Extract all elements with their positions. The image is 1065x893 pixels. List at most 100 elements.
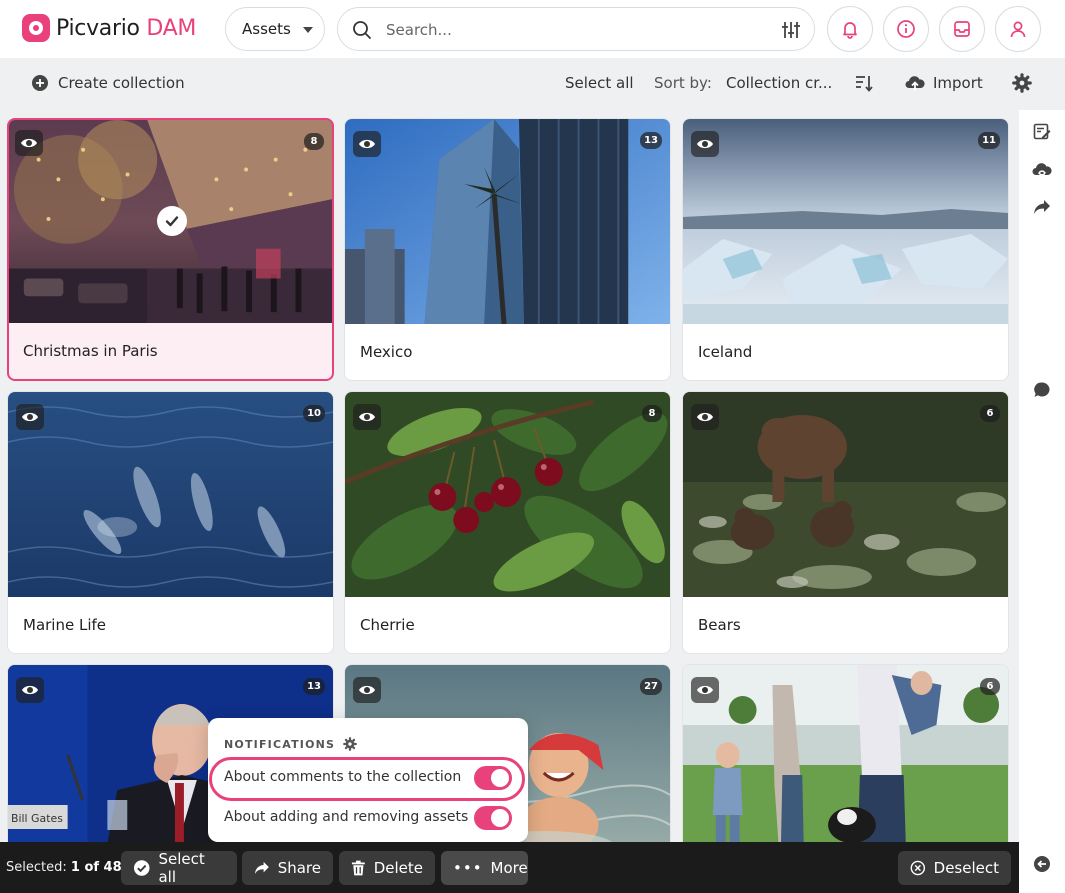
comments-toggle[interactable]	[474, 766, 512, 790]
collection-card[interactable]: 13 Mexico	[344, 118, 671, 381]
collection-title: Christmas in Paris	[23, 342, 158, 360]
create-collection-button[interactable]: Create collection	[31, 74, 185, 92]
share-button[interactable]: Share	[242, 851, 333, 885]
eye-icon	[359, 412, 375, 422]
collection-thumbnail	[8, 392, 333, 597]
notification-option-label: About comments to the collection	[224, 769, 462, 785]
info-button[interactable]	[883, 6, 929, 52]
gear-icon[interactable]	[343, 737, 358, 751]
eye-icon	[697, 412, 713, 422]
collection-thumbnail	[683, 119, 1008, 324]
filter-sliders-icon[interactable]	[780, 19, 802, 41]
notification-option-assets: About adding and removing assets	[208, 798, 528, 838]
search-input[interactable]	[386, 18, 766, 42]
trash-icon	[351, 860, 365, 876]
eye-icon	[697, 685, 713, 695]
scope-select[interactable]: Assets	[225, 7, 325, 51]
profile-button[interactable]	[995, 6, 1041, 52]
scope-select-value: Assets	[242, 20, 291, 38]
visibility-badge[interactable]	[353, 677, 381, 703]
inbox-icon	[954, 21, 970, 37]
collection-thumbnail	[683, 392, 1008, 597]
edit-notes-button[interactable]	[1032, 122, 1052, 142]
inbox-button[interactable]	[939, 6, 985, 52]
notifications-popup: NOTIFICATIONS About comments to the coll…	[208, 718, 528, 842]
eye-icon	[697, 139, 713, 149]
comments-button[interactable]	[1032, 380, 1052, 400]
asset-count-badge: 11	[978, 132, 1000, 149]
select-all-link[interactable]: Select all	[565, 74, 634, 92]
collection-title: Bears	[698, 616, 741, 634]
share-label: Share	[277, 859, 321, 877]
collection-card[interactable]: 11 Iceland	[682, 118, 1009, 381]
collection-thumbnail	[683, 665, 1008, 843]
notification-option-comments: About comments to the collection	[208, 758, 528, 798]
import-label: Import	[933, 74, 983, 92]
collection-title: Iceland	[698, 343, 753, 361]
search-icon	[353, 21, 371, 39]
selection-count: 1 of 48	[70, 860, 122, 875]
visibility-badge[interactable]	[16, 677, 44, 703]
asset-count-badge: 10	[303, 405, 325, 422]
top-bar: Picvario DAM Assets	[0, 0, 1065, 58]
visibility-badge[interactable]	[353, 404, 381, 430]
collection-title: Marine Life	[23, 616, 107, 634]
visibility-badge[interactable]	[691, 404, 719, 430]
collection-card[interactable]: 10 Marine Life	[7, 391, 334, 654]
user-icon	[1010, 21, 1026, 38]
collection-card[interactable]: 8 Christmas in Paris	[7, 118, 334, 381]
visibility-badge[interactable]	[353, 131, 381, 157]
logo-main-text: Picvario	[56, 15, 140, 41]
visibility-badge[interactable]	[691, 677, 719, 703]
eye-icon	[359, 139, 375, 149]
notifications-button[interactable]	[827, 6, 873, 52]
import-button[interactable]: Import	[905, 74, 983, 92]
more-dots-icon: •••	[453, 859, 483, 877]
close-circle-icon	[910, 860, 926, 876]
info-icon	[897, 20, 915, 38]
select-all-button[interactable]: Select all	[121, 850, 237, 886]
selection-status-label: Selected:	[6, 860, 67, 875]
asset-count-badge: 13	[303, 678, 325, 695]
collection-card[interactable]: 8 Cherrie	[344, 391, 671, 654]
selected-check-icon[interactable]	[157, 206, 187, 236]
sort-direction-button[interactable]	[854, 73, 874, 93]
asset-count-badge: 6	[980, 405, 1000, 422]
visibility-badge[interactable]	[691, 131, 719, 157]
notifications-title: NOTIFICATIONS	[224, 737, 336, 751]
delete-button[interactable]: Delete	[339, 851, 435, 885]
collections-toolbar: Create collection Select all Sort by: Co…	[0, 58, 1065, 110]
share-side-button[interactable]	[1032, 197, 1052, 217]
app-logo[interactable]: Picvario DAM	[22, 14, 196, 42]
asset-count-badge: 8	[304, 133, 324, 150]
sort-select[interactable]: Collection cr...	[726, 74, 832, 92]
collection-card[interactable]: 6	[682, 664, 1009, 844]
collection-card[interactable]: 6 Bears	[682, 391, 1009, 654]
selection-action-bar: Selected: 1 of 48 Select all Share Delet…	[0, 842, 1019, 893]
collection-thumbnail	[345, 392, 670, 597]
asset-count-badge: 6	[980, 678, 1000, 695]
chevron-down-icon	[303, 27, 313, 33]
delete-label: Delete	[373, 859, 423, 877]
thumbnail-caption: Bill Gates	[11, 812, 63, 825]
assets-toggle[interactable]	[474, 806, 512, 830]
selection-status: Selected: 1 of 48	[6, 860, 122, 875]
right-sidebar	[1019, 110, 1065, 893]
collapse-sidebar-button[interactable]	[1032, 854, 1052, 874]
visibility-badge[interactable]	[15, 130, 43, 156]
cloud-upload-icon	[905, 76, 925, 91]
eye-icon	[22, 412, 38, 422]
asset-count-badge: 13	[640, 132, 662, 149]
more-button[interactable]: ••• More	[441, 851, 528, 885]
deselect-button[interactable]: Deselect	[898, 851, 1011, 885]
cloud-sync-button[interactable]	[1032, 160, 1052, 180]
visibility-badge[interactable]	[16, 404, 44, 430]
search-bar	[337, 7, 815, 51]
asset-count-badge: 8	[642, 405, 662, 422]
arrow-left-circle-icon	[1034, 856, 1050, 872]
settings-button[interactable]	[1012, 73, 1032, 93]
sort-label: Sort by:	[654, 74, 712, 92]
eye-icon	[22, 685, 38, 695]
logo-icon	[22, 14, 50, 42]
cloud-sync-icon	[1032, 163, 1052, 176]
